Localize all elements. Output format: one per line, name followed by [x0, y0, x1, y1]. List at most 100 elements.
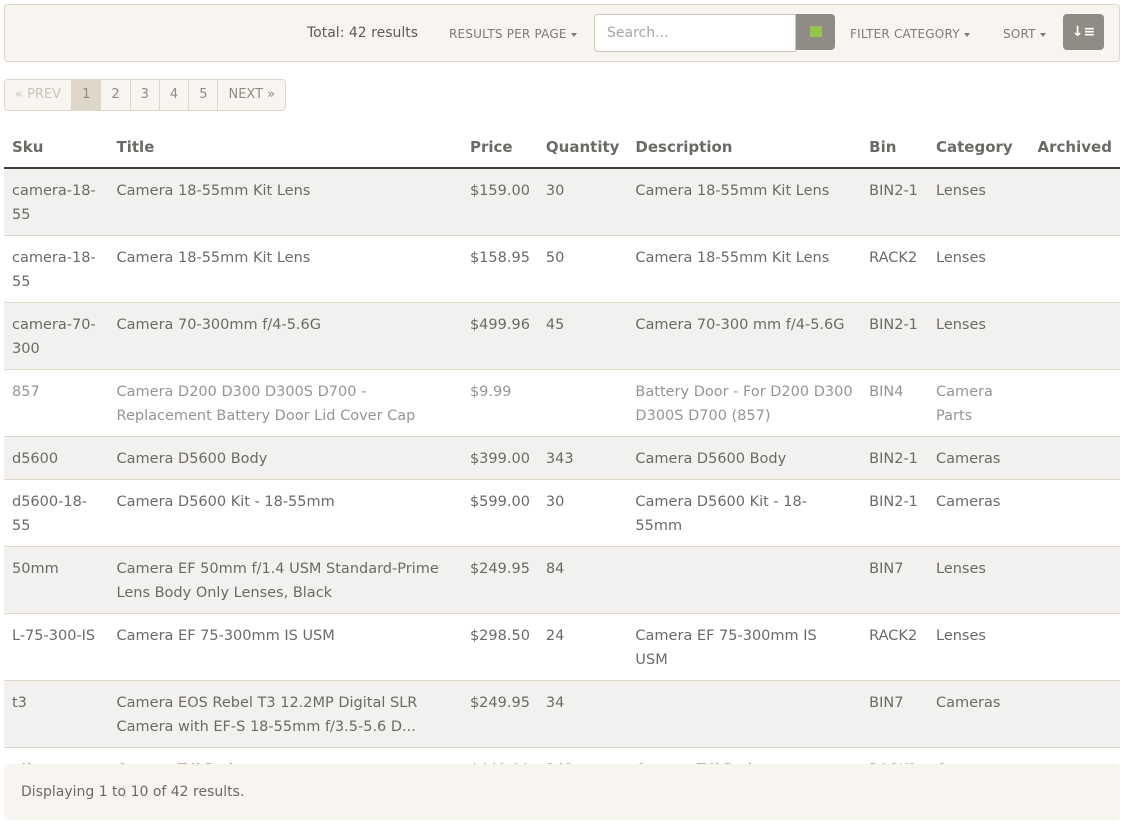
cell-archived — [1029, 302, 1120, 370]
table-row[interactable]: 50mm Camera EF 50mm f/1.4 USM Standard-P… — [4, 546, 1120, 614]
column-header-title[interactable]: Title — [108, 126, 462, 169]
caret-down-icon — [963, 32, 970, 37]
column-header-bin[interactable]: Bin — [861, 126, 928, 169]
page-link-4[interactable]: 4 — [158, 80, 189, 110]
sort-dropdown[interactable]: SORT — [1003, 27, 1046, 41]
cell-title: Camera EF 75-300mm IS USM — [108, 613, 462, 681]
total-results: Total: 42 results — [307, 25, 419, 41]
table-row[interactable]: camera-70-300 Camera 70-300mm f/4-5.6G $… — [4, 302, 1120, 370]
cell-bin: BIN4 — [861, 369, 928, 437]
cell-sku: t3 — [4, 680, 109, 748]
next-page-link[interactable]: NEXT » — [217, 80, 286, 110]
cell-archived — [1029, 369, 1120, 437]
search-icon — [810, 26, 822, 37]
column-header-quantity[interactable]: Quantity — [537, 126, 628, 169]
cell-title: Camera EF 50mm f/1.4 USM Standard-Prime … — [108, 546, 462, 614]
table-header-row: Sku Title Price Quantity Description Bin… — [4, 126, 1120, 169]
cell-description: Camera 70-300 mm f/4-5.6G — [627, 302, 862, 370]
cell-quantity: 343 — [537, 436, 628, 480]
cell-category: Camera Parts — [928, 369, 1030, 437]
cell-category: Lenses — [928, 235, 1030, 303]
cell-bin: BIN7 — [861, 680, 928, 748]
table-row[interactable]: d5600 Camera D5600 Body $399.00 343 Came… — [4, 436, 1120, 480]
cell-category: Cameras — [928, 680, 1030, 748]
sort-direction-button[interactable]: ↓≡ — [1063, 14, 1104, 50]
cell-quantity: 34 — [537, 680, 628, 748]
column-header-category[interactable]: Category — [928, 126, 1030, 169]
cell-bin: BIN2-1 — [861, 168, 928, 236]
column-header-description[interactable]: Description — [627, 126, 862, 169]
cell-price: $499.96 — [461, 302, 538, 370]
table-row[interactable]: camera-18-55 Camera 18-55mm Kit Lens $15… — [4, 168, 1120, 236]
prev-page-link[interactable]: « PREV — [5, 80, 72, 110]
cell-archived — [1029, 613, 1120, 681]
cell-category: Cameras — [928, 479, 1030, 547]
caret-down-icon — [570, 32, 577, 37]
cell-price: $249.95 — [461, 546, 538, 614]
cell-description: Battery Door - For D200 D300 D300S D700 … — [627, 369, 862, 437]
cell-category: Lenses — [928, 168, 1030, 236]
cell-category: Lenses — [928, 546, 1030, 614]
search-button[interactable] — [796, 14, 835, 50]
cell-price: $249.95 — [461, 680, 538, 748]
cell-sku: 857 — [4, 369, 109, 437]
cell-description: Camera EF 75-300mm IS USM — [627, 613, 862, 681]
cell-bin: RACK2 — [861, 613, 928, 681]
cell-title: Camera 18-55mm Kit Lens — [108, 235, 462, 303]
table-row[interactable]: d5600-18-55 Camera D5600 Kit - 18-55mm $… — [4, 479, 1120, 547]
results-per-page-label: RESULTS PER PAGE — [449, 27, 567, 41]
cell-category: Lenses — [928, 302, 1030, 370]
cell-title: Camera D5600 Kit - 18-55mm — [108, 479, 462, 547]
cell-price: $158.95 — [461, 235, 538, 303]
cell-price: $599.00 — [461, 479, 538, 547]
table-row[interactable]: camera-18-55 Camera 18-55mm Kit Lens $15… — [4, 235, 1120, 303]
cell-description — [627, 546, 862, 614]
cell-archived — [1029, 168, 1120, 236]
cell-archived — [1029, 680, 1120, 748]
column-header-sku[interactable]: Sku — [4, 126, 109, 169]
cell-bin: BIN2-1 — [861, 302, 928, 370]
page-link-5[interactable]: 5 — [188, 80, 218, 110]
column-header-price[interactable]: Price — [461, 126, 538, 169]
cell-bin: BIN7 — [861, 546, 928, 614]
cell-price: $159.00 — [461, 168, 538, 236]
page-link-2[interactable]: 2 — [100, 80, 130, 110]
cell-title: Camera 70-300mm f/4-5.6G — [108, 302, 462, 370]
cell-bin: RACK2 — [861, 235, 928, 303]
cell-sku: camera-18-55 — [4, 235, 109, 303]
cell-sku: 50mm — [4, 546, 109, 614]
table-row[interactable]: 857 Camera D200 D300 D300S D700 - Replac… — [4, 369, 1120, 437]
page-link-1[interactable]: 1 — [71, 80, 101, 110]
filter-category-label: FILTER CATEGORY — [850, 27, 960, 41]
cell-archived — [1029, 479, 1120, 547]
cell-title: Camera D200 D300 D300S D700 - Replacemen… — [108, 369, 462, 437]
cell-quantity: 84 — [537, 546, 628, 614]
cell-title: Camera EOS Rebel T3 12.2MP Digital SLR C… — [108, 680, 462, 748]
cell-price: $399.00 — [461, 436, 538, 480]
page-link-3[interactable]: 3 — [129, 80, 159, 110]
cell-description: Camera D5600 Body — [627, 436, 862, 480]
cell-quantity — [537, 369, 628, 437]
sort-amount-icon: ↓≡ — [1071, 24, 1096, 40]
cell-title: Camera D5600 Body — [108, 436, 462, 480]
table-row[interactable]: t3 Camera EOS Rebel T3 12.2MP Digital SL… — [4, 680, 1120, 748]
filter-category-dropdown[interactable]: FILTER CATEGORY — [850, 27, 970, 41]
cell-description — [627, 680, 862, 748]
cell-title: Camera 18-55mm Kit Lens — [108, 168, 462, 236]
cell-sku: camera-70-300 — [4, 302, 109, 370]
caret-down-icon — [1039, 32, 1046, 37]
column-header-archived[interactable]: Archived — [1029, 126, 1120, 169]
cell-description: Camera D5600 Kit - 18-55mm — [627, 479, 862, 547]
cell-quantity: 50 — [537, 235, 628, 303]
cell-bin: BIN2-1 — [861, 436, 928, 480]
search-input[interactable] — [594, 14, 796, 52]
cell-category: Cameras — [928, 436, 1030, 480]
results-per-page-dropdown[interactable]: RESULTS PER PAGE — [449, 27, 577, 41]
products-table: Sku Title Price Quantity Description Bin… — [4, 126, 1120, 791]
results-summary-footer: Displaying 1 to 10 of 42 results. — [4, 764, 1120, 820]
cell-quantity: 45 — [537, 302, 628, 370]
sort-label: SORT — [1003, 27, 1036, 41]
cell-bin: BIN2-1 — [861, 479, 928, 547]
table-row[interactable]: L-75-300-IS Camera EF 75-300mm IS USM $2… — [4, 613, 1120, 681]
cell-quantity: 30 — [537, 479, 628, 547]
